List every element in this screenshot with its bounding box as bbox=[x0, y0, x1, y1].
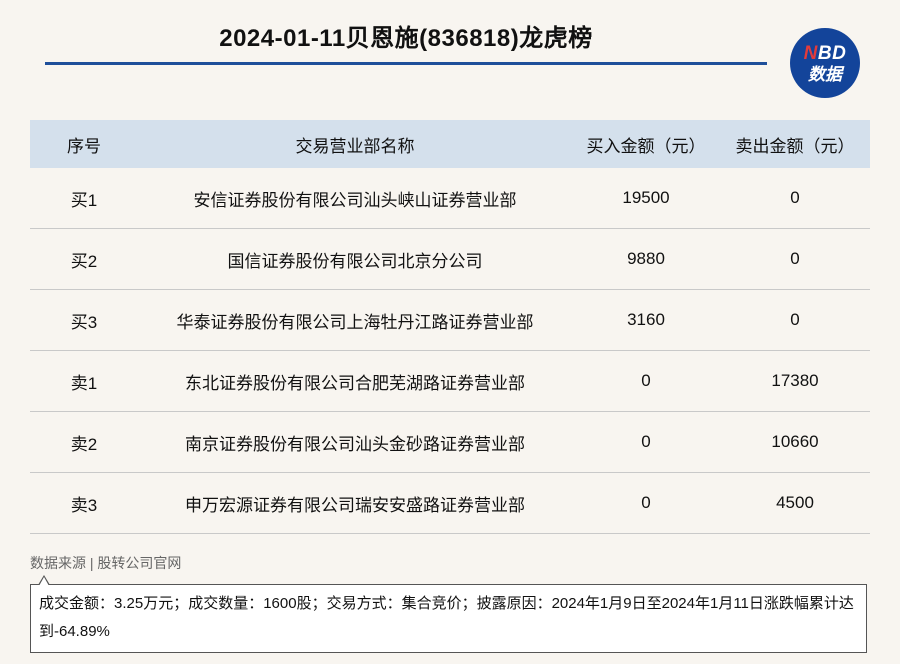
table-row: 卖2 南京证券股份有限公司汕头金砂路证券营业部 0 10660 bbox=[30, 411, 870, 473]
cell-branch: 安信证券股份有限公司汕头峡山证券营业部 bbox=[138, 168, 572, 229]
cell-buy: 9880 bbox=[572, 228, 720, 290]
table-row: 卖1 东北证券股份有限公司合肥芜湖路证券营业部 0 17380 bbox=[30, 350, 870, 412]
data-source: 数据来源 | 股转公司官网 bbox=[30, 555, 182, 571]
cell-rank: 卖2 bbox=[30, 411, 138, 473]
cell-buy: 0 bbox=[572, 411, 720, 473]
col-header-sell: 卖出金额（元） bbox=[720, 120, 870, 168]
cell-branch: 南京证券股份有限公司汕头金砂路证券营业部 bbox=[138, 411, 572, 473]
table-row: 卖3 申万宏源证券有限公司瑞安安盛路证券营业部 0 4500 bbox=[30, 472, 870, 534]
cell-sell: 17380 bbox=[720, 350, 870, 412]
cell-rank: 卖3 bbox=[30, 472, 138, 534]
col-header-buy: 买入金额（元） bbox=[572, 120, 720, 168]
cell-branch: 国信证券股份有限公司北京分公司 bbox=[138, 228, 572, 290]
trade-note: 成交金额：3.25万元；成交数量：1600股；交易方式：集合竞价；披露原因：20… bbox=[30, 584, 867, 653]
cell-sell: 0 bbox=[720, 228, 870, 290]
dragon-tiger-table: 序号 交易营业部名称 买入金额（元） 卖出金额（元） 买1 安信证券股份有限公司… bbox=[30, 120, 870, 534]
cell-rank: 买2 bbox=[30, 228, 138, 290]
logo-n: N bbox=[803, 42, 818, 64]
table-row: 买1 安信证券股份有限公司汕头峡山证券营业部 19500 0 bbox=[30, 168, 870, 229]
page-title: 2024-01-11贝恩施(836818)龙虎榜 bbox=[219, 25, 593, 52]
cell-rank: 卖1 bbox=[30, 350, 138, 412]
cell-buy: 0 bbox=[572, 350, 720, 412]
table-header-row: 序号 交易营业部名称 买入金额（元） 卖出金额（元） bbox=[30, 120, 870, 168]
cell-sell: 10660 bbox=[720, 411, 870, 473]
cell-branch: 东北证券股份有限公司合肥芜湖路证券营业部 bbox=[138, 350, 572, 412]
nbd-logo: NBD 数据 bbox=[790, 28, 860, 98]
cell-rank: 买3 bbox=[30, 289, 138, 351]
cell-sell: 4500 bbox=[720, 472, 870, 534]
cell-sell: 0 bbox=[720, 289, 870, 351]
cell-sell: 0 bbox=[720, 168, 870, 229]
cell-branch: 华泰证券股份有限公司上海牡丹江路证券营业部 bbox=[138, 289, 572, 351]
cell-buy: 19500 bbox=[572, 168, 720, 229]
note-pointer-inner bbox=[39, 577, 49, 586]
table-row: 买3 华泰证券股份有限公司上海牡丹江路证券营业部 3160 0 bbox=[30, 289, 870, 351]
cell-branch: 申万宏源证券有限公司瑞安安盛路证券营业部 bbox=[138, 472, 572, 534]
cell-buy: 3160 bbox=[572, 289, 720, 351]
table-row: 买2 国信证券股份有限公司北京分公司 9880 0 bbox=[30, 228, 870, 290]
col-header-branch: 交易营业部名称 bbox=[138, 120, 572, 168]
logo-line2: 数据 bbox=[808, 64, 842, 84]
title-underline bbox=[45, 62, 767, 65]
logo-line1: NBD bbox=[804, 44, 847, 63]
logo-bd: BD bbox=[817, 42, 847, 64]
col-header-rank: 序号 bbox=[30, 120, 138, 168]
cell-buy: 0 bbox=[572, 472, 720, 534]
cell-rank: 买1 bbox=[30, 168, 138, 229]
